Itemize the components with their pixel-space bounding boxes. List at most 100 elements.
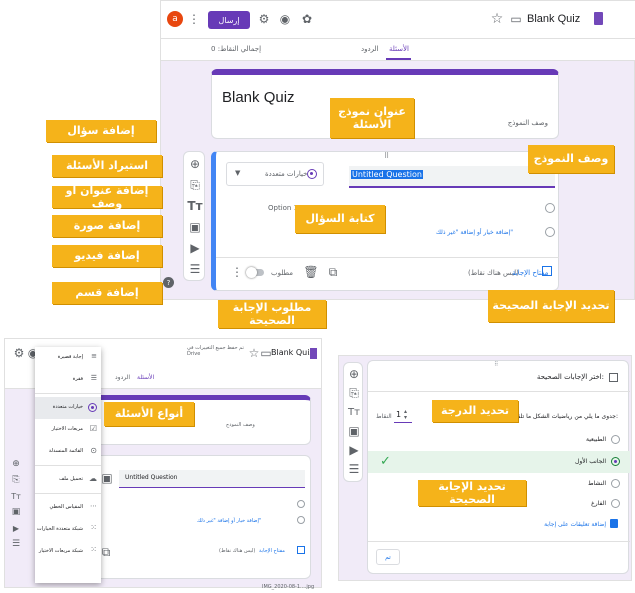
br-option-2-selected[interactable]: ✓ الجانب الأول: [368, 451, 630, 473]
br-points-value: 1: [396, 410, 402, 419]
br-feedback-icon: [610, 519, 618, 528]
bl-question-title-input[interactable]: Untitled Question: [119, 470, 305, 488]
br-add-question-icon[interactable]: ⊕: [346, 366, 362, 382]
required-toggle[interactable]: [246, 267, 264, 278]
drag-handle[interactable]: ⠿: [384, 152, 389, 160]
bl-answer-key-checkbox-icon[interactable]: [297, 546, 305, 554]
br-option-1-radio: [611, 435, 620, 444]
menu-item-short-answer[interactable]: إجابة قصيرة ≡: [35, 347, 101, 369]
br-heading: اختر الإجابات الصحيحة:: [536, 373, 604, 381]
preview-eye-icon[interactable]: ◉: [277, 11, 293, 27]
menu-item-multiple-choice[interactable]: خيارات متعددة: [35, 397, 101, 419]
add-title-icon[interactable]: Tт: [187, 198, 203, 214]
import-questions-icon[interactable]: ⎘: [187, 177, 203, 193]
bottom-left-panel: ⚙ ◉ ✿ تم حفظ جميع التغييرات في Drive ☆ ▭…: [4, 338, 322, 588]
folder-icon[interactable]: ▭: [508, 11, 524, 27]
dropdown-arrow-icon: ▼: [235, 169, 241, 177]
more-vert-icon[interactable]: ⋮: [188, 11, 200, 27]
side-toolbar: ⊕ ⎘ Tт ▣ ▶ ☰: [183, 151, 205, 281]
br-answer-card[interactable]: ⠿ اختر الإجابات الصحيحة: النقاط 1 ▴ ▾ جدو…: [367, 360, 630, 574]
cloud-upload-icon: ☁: [89, 474, 97, 483]
add-section-icon[interactable]: ☰: [187, 261, 203, 277]
menu-item-linear-scale[interactable]: المقياس الخطي ⋯: [35, 497, 101, 519]
help-icon[interactable]: ?: [163, 277, 174, 288]
bl-tab-responses[interactable]: الردود: [115, 374, 130, 381]
bl-image-add-icon[interactable]: ▣: [9, 505, 23, 519]
menu-item-mc-grid[interactable]: شبكة متعددة الخيارات ⁙: [35, 519, 101, 541]
doc-title[interactable]: Blank Quiz: [527, 13, 580, 25]
add-question-icon[interactable]: ⊕: [187, 156, 203, 172]
card-footer-divider: [216, 257, 559, 258]
br-option-1[interactable]: الطبيعية: [368, 431, 630, 449]
br-footer-divider: [368, 541, 630, 542]
option-1-radio[interactable]: [545, 203, 555, 213]
menu-item-paragraph[interactable]: فقرة ☰: [35, 369, 101, 391]
add-video-icon[interactable]: ▶: [187, 240, 203, 256]
bl-title[interactable]: Blank Quiz: [271, 348, 314, 357]
delete-trash-icon[interactable]: 🗑: [303, 265, 318, 279]
bl-gear-icon[interactable]: ⚙: [13, 346, 25, 360]
br-image-icon[interactable]: ▣: [346, 423, 362, 439]
add-image-icon[interactable]: ▣: [187, 219, 203, 235]
callout-set-points: تحديد الدرجة: [432, 400, 518, 422]
menu-divider-1: [35, 393, 101, 394]
option-1-label[interactable]: Option 1: [268, 204, 298, 212]
br-add-feedback-link[interactable]: إضافة تعليقات على إجابة: [544, 521, 606, 528]
br-video-icon[interactable]: ▶: [346, 442, 362, 458]
bl-import-icon[interactable]: ⎘: [9, 473, 23, 487]
question-card[interactable]: ⠿ ▼ خيارات متعددة Untitled Question Opti…: [211, 151, 559, 291]
palette-icon[interactable]: ✿: [299, 11, 315, 27]
short-answer-icon: ≡: [91, 352, 97, 360]
form-title[interactable]: Blank Quiz: [222, 89, 295, 106]
send-button[interactable]: إرسال: [208, 11, 250, 29]
bl-image-icon[interactable]: ▣: [101, 471, 113, 485]
br-section-icon[interactable]: ☰: [346, 461, 362, 477]
bl-form-description[interactable]: وصف النموذج: [226, 422, 255, 428]
menu-divider-2: [35, 465, 101, 466]
menu-item-dropdown[interactable]: القائمة المنسدلة ⊙: [35, 441, 101, 463]
bl-duplicate-icon[interactable]: ⧉: [101, 545, 111, 559]
menu-item-file-upload[interactable]: تحميل ملف ☁: [35, 469, 101, 491]
duplicate-icon[interactable]: ⧉: [326, 265, 340, 279]
avatar[interactable]: a: [167, 11, 183, 27]
multiple-choice-icon: [88, 403, 97, 412]
more-options-icon[interactable]: ⋮: [231, 264, 243, 280]
br-points-input[interactable]: 1 ▴ ▾: [394, 409, 412, 423]
required-label: مطلوب: [271, 269, 294, 277]
tab-questions[interactable]: الأسئلة: [389, 45, 409, 53]
question-title-input[interactable]: Untitled Question: [349, 166, 555, 188]
bl-star-icon[interactable]: ☆: [249, 346, 260, 360]
bl-folder-icon[interactable]: ▭: [260, 346, 271, 360]
callout-set-correct-answer: تحديد الإجابة الصحيحة: [488, 290, 614, 322]
star-icon[interactable]: ☆: [489, 11, 505, 27]
answer-key-checkbox-icon[interactable]: [542, 266, 552, 276]
settings-gear-icon[interactable]: ⚙: [256, 11, 272, 27]
br-title-icon[interactable]: Tт: [346, 404, 362, 420]
bl-question-card[interactable]: ▣ Untitled Question إضافة خيار أو إضافة …: [75, 455, 311, 579]
callout-add-title-desc: إضافة عنوان أو وصف: [52, 184, 162, 210]
callout-quiz-title: عنوان نموذج الأسئلة: [330, 98, 414, 138]
bl-add-option-link[interactable]: إضافة خيار أو إضافة "غير ذلك": [197, 518, 261, 524]
bl-title-icon[interactable]: Tт: [9, 489, 23, 503]
bl-option-radio[interactable]: [297, 500, 305, 508]
tab-responses[interactable]: الردود: [361, 45, 379, 53]
footer-file-label: IMG_2020-08-1....jpg: [262, 584, 315, 590]
br-option-3-radio: [611, 479, 620, 488]
bl-video-icon[interactable]: ▶: [9, 521, 23, 535]
bl-add-question-icon[interactable]: ⊕: [9, 457, 23, 471]
bl-section-icon[interactable]: ☰: [9, 537, 23, 551]
question-type-select[interactable]: ▼ خيارات متعددة: [226, 162, 324, 186]
bl-answer-key-points: (ليس هناك نقاط): [219, 548, 256, 554]
br-drag-handle[interactable]: ⠿: [494, 361, 498, 368]
bl-answer-key-link[interactable]: مفتاح الإجابة: [259, 548, 285, 554]
br-points-spinner-icon[interactable]: ▴ ▾: [404, 409, 407, 421]
callout-write-question: كتابة السؤال: [295, 205, 385, 233]
bl-tab-questions[interactable]: الأسئلة: [137, 374, 154, 381]
menu-item-checkboxes[interactable]: مربعات الاختيار ☑: [35, 419, 101, 441]
br-done-button[interactable]: تم: [376, 549, 400, 565]
br-import-icon[interactable]: ⎘: [346, 385, 362, 401]
bl-question-title: Untitled Question: [125, 474, 178, 481]
menu-item-checkbox-grid[interactable]: شبكة مربعات الاختيار ⁙: [35, 541, 101, 563]
form-description[interactable]: وصف النموذج: [508, 119, 548, 127]
add-option-link[interactable]: إضافة خيار أو إضافة "غير ذلك": [436, 229, 513, 236]
